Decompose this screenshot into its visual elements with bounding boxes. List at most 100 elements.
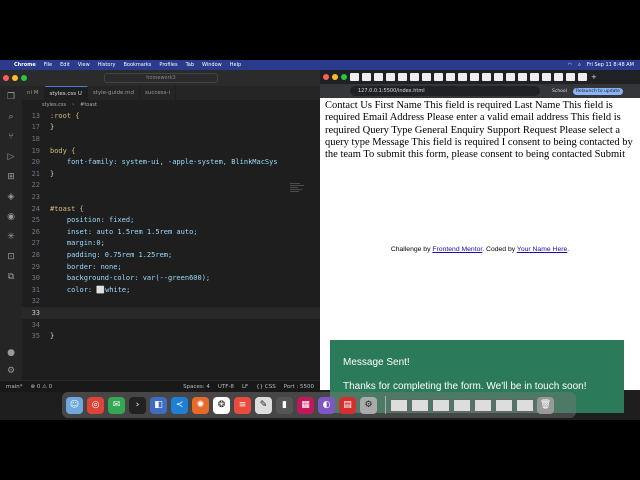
new-tab-icon[interactable]: + bbox=[591, 73, 597, 81]
menu-file[interactable]: File bbox=[44, 62, 52, 68]
browser-tab[interactable] bbox=[470, 73, 479, 81]
menu-bookmarks[interactable]: Bookmarks bbox=[123, 62, 151, 68]
menu-chrome[interactable]: Chrome bbox=[14, 62, 36, 68]
code-line[interactable]: 24 #toast { bbox=[22, 203, 320, 215]
browser-tab[interactable] bbox=[398, 73, 407, 81]
frontend-mentor-link[interactable]: Frontend Mentor bbox=[432, 246, 482, 253]
clock[interactable]: Fri Sep 11 8:48 AM bbox=[587, 62, 634, 68]
browser-tab[interactable] bbox=[458, 73, 467, 81]
code-line[interactable]: 22 bbox=[22, 180, 320, 192]
browser-tab[interactable] bbox=[446, 73, 455, 81]
menu-view[interactable]: View bbox=[78, 62, 90, 68]
settings-sync-icon[interactable]: ✳ bbox=[6, 232, 16, 242]
code-line[interactable]: 26 inset: auto 1.5rem 1.5rem auto; bbox=[22, 226, 320, 238]
minimize-window-button[interactable] bbox=[332, 74, 338, 80]
explorer-icon[interactable]: ❐ bbox=[6, 92, 16, 102]
menu-history[interactable]: History bbox=[98, 62, 116, 68]
code-line[interactable]: 23 bbox=[22, 191, 320, 203]
vscode-icon[interactable]: ≺ bbox=[171, 396, 188, 414]
zoom-window-button[interactable] bbox=[21, 75, 27, 81]
indentation-indicator[interactable]: Spaces: 4 bbox=[183, 384, 210, 390]
tab-success[interactable]: success-i bbox=[140, 86, 177, 100]
code-line[interactable]: 20 font-family: system-ui, -apple-system… bbox=[22, 156, 320, 168]
todoist-icon[interactable]: ≡ bbox=[234, 396, 251, 414]
notes-icon[interactable]: ✎ bbox=[255, 396, 272, 414]
python-icon[interactable]: ◈ bbox=[6, 192, 16, 202]
minimized-window[interactable] bbox=[516, 398, 534, 412]
command-search-input[interactable]: homework3 bbox=[104, 73, 218, 83]
minimized-window[interactable] bbox=[474, 398, 492, 412]
browser-tab[interactable] bbox=[422, 73, 431, 81]
chatgpt-icon[interactable]: ❂ bbox=[213, 396, 230, 414]
zoom-window-button[interactable] bbox=[341, 74, 347, 80]
menu-help[interactable]: Help bbox=[230, 62, 241, 68]
browser-tab[interactable] bbox=[530, 73, 539, 81]
code-line[interactable]: 19 body { bbox=[22, 145, 320, 157]
photo-app-icon[interactable]: ▦ bbox=[297, 396, 314, 414]
code-editor[interactable]: 13:root { 17} 18 19 body { 20 font-family… bbox=[22, 110, 320, 382]
code-line[interactable]: 31 color: ⬜white; bbox=[22, 284, 320, 296]
code-line[interactable]: 25 position: fixed; bbox=[22, 214, 320, 226]
calendar-icon[interactable]: ▤ bbox=[339, 396, 356, 414]
relaunch-button[interactable]: Relaunch to update bbox=[572, 87, 623, 95]
menu-tab[interactable]: Tab bbox=[186, 62, 194, 68]
menu-window[interactable]: Window bbox=[202, 62, 222, 68]
source-control-icon[interactable]: ⑂ bbox=[6, 132, 16, 142]
browser-tab[interactable] bbox=[506, 73, 515, 81]
minimize-window-button[interactable] bbox=[12, 75, 18, 81]
browser-tab[interactable] bbox=[350, 73, 359, 81]
code-line[interactable]: 28 padding: 0.75rem 1.25rem; bbox=[22, 249, 320, 261]
code-line[interactable]: 18 bbox=[22, 133, 320, 145]
tab-style-guide[interactable]: style-guide.md bbox=[88, 86, 141, 100]
url-input[interactable]: 127.0.0.1:5500/index.html bbox=[350, 86, 540, 96]
browser-tab[interactable] bbox=[410, 73, 419, 81]
encoding-indicator[interactable]: UTF-8 bbox=[218, 384, 234, 390]
menu-edit[interactable]: Edit bbox=[60, 62, 70, 68]
run-debug-icon[interactable]: ▷ bbox=[6, 152, 16, 162]
messages-icon[interactable]: ✉ bbox=[108, 396, 125, 414]
settings-icon[interactable]: ⚙ bbox=[360, 396, 377, 414]
branch-indicator[interactable]: main* bbox=[6, 384, 23, 390]
chrome-icon[interactable]: ◎ bbox=[87, 396, 104, 414]
extensions-icon[interactable]: ⊞ bbox=[6, 172, 16, 182]
browser-tab[interactable] bbox=[362, 73, 371, 81]
browser-tab[interactable] bbox=[518, 73, 527, 81]
language-indicator[interactable]: {} CSS bbox=[256, 384, 276, 390]
live-server-port[interactable]: Port : 5500 bbox=[284, 384, 314, 390]
code-line[interactable]: 27 margin:0; bbox=[22, 238, 320, 250]
minimized-window[interactable] bbox=[453, 398, 471, 412]
browser-tab[interactable] bbox=[374, 73, 383, 81]
minimized-window[interactable] bbox=[390, 398, 408, 412]
search-icon[interactable]: ⌕ bbox=[578, 62, 581, 68]
manage-gear-icon[interactable]: ⚙ bbox=[6, 366, 16, 376]
code-line[interactable]: 17} bbox=[22, 122, 320, 134]
app-icon[interactable]: ◐ bbox=[318, 396, 335, 414]
eol-indicator[interactable]: LF bbox=[242, 384, 248, 390]
code-line[interactable]: 29 border: none; bbox=[22, 261, 320, 273]
browser-tab[interactable] bbox=[566, 73, 575, 81]
browser-tab[interactable] bbox=[494, 73, 503, 81]
browser-tab[interactable] bbox=[542, 73, 551, 81]
code-line[interactable]: 32 bbox=[22, 296, 320, 308]
minimized-window[interactable] bbox=[411, 398, 429, 412]
browser-tab[interactable] bbox=[434, 73, 443, 81]
utility-icon[interactable]: ▮ bbox=[276, 396, 293, 414]
tab-styles-css[interactable]: styles.css U bbox=[44, 86, 88, 100]
close-window-button[interactable] bbox=[323, 74, 329, 80]
minimized-window[interactable] bbox=[432, 398, 450, 412]
browser-tab[interactable] bbox=[482, 73, 491, 81]
live-share-icon[interactable]: ⧉ bbox=[6, 272, 16, 282]
code-line[interactable]: 35} bbox=[22, 330, 320, 342]
browser-tab[interactable] bbox=[578, 73, 587, 81]
finder-icon[interactable]: ☺ bbox=[66, 396, 83, 414]
code-line[interactable]: 21} bbox=[22, 168, 320, 180]
code-line[interactable]: 30 background-color: var(--green600); bbox=[22, 272, 320, 284]
browser-tab[interactable] bbox=[554, 73, 563, 81]
bookmark-school[interactable]: School bbox=[552, 89, 567, 94]
breadcrumb-symbol[interactable]: #toast bbox=[80, 102, 97, 108]
code-line[interactable]: 34 bbox=[22, 319, 320, 331]
wifi-icon[interactable]: ◠ bbox=[568, 62, 572, 68]
terminal-icon[interactable]: › bbox=[129, 396, 146, 414]
browser-tab[interactable] bbox=[386, 73, 395, 81]
close-window-button[interactable] bbox=[3, 75, 9, 81]
